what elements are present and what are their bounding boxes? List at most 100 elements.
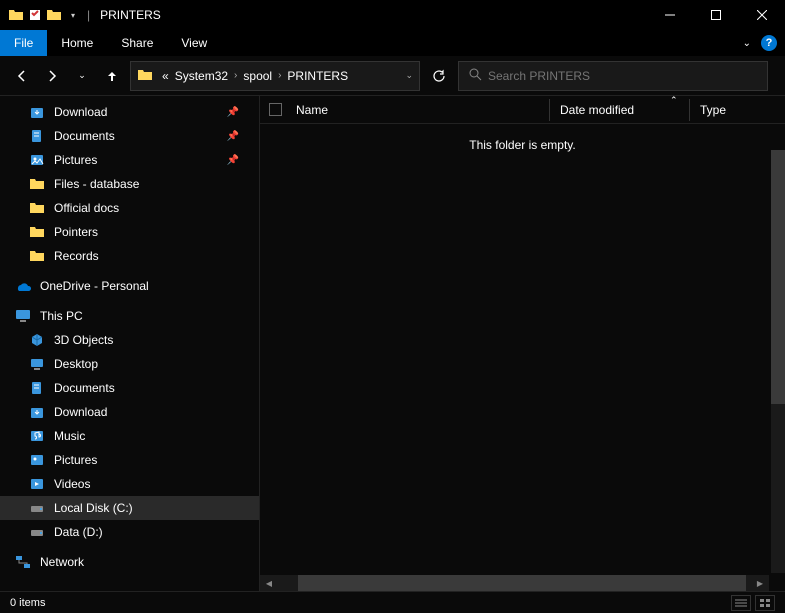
vertical-scrollbar-thumb[interactable] (771, 150, 785, 404)
sidebar-item-pc-documents[interactable]: Documents (0, 376, 259, 400)
folder-icon (28, 247, 46, 265)
pictures-icon (28, 151, 46, 169)
sidebar-item-thispc[interactable]: This PC (0, 304, 259, 328)
nav-row: ⌄ « System32 › spool › PRINTERS ⌄ (0, 56, 785, 96)
select-all-checkbox[interactable] (260, 103, 290, 116)
sidebar: Download 📌 Documents 📌 Pictures📌 Files - d… (0, 96, 260, 591)
sidebar-item-label: Files - database (54, 177, 139, 191)
disk-icon (28, 523, 46, 541)
sidebar-item-download[interactable]: Download 📌 (0, 100, 259, 124)
breadcrumb-printers[interactable]: PRINTERS (284, 69, 351, 83)
sidebar-item-label: Videos (54, 477, 90, 491)
minimize-button[interactable] (647, 0, 693, 30)
tab-home[interactable]: Home (47, 30, 107, 56)
chevron-right-icon[interactable]: › (231, 70, 240, 81)
vertical-scrollbar[interactable] (771, 150, 785, 573)
qat-newfolder-icon[interactable] (46, 7, 62, 23)
sidebar-item-pointers[interactable]: Pointers (0, 220, 259, 244)
addressbar-dropdown-icon[interactable]: ⌄ (405, 70, 413, 81)
sidebar-item-music[interactable]: Music (0, 424, 259, 448)
sidebar-item-pictures[interactable]: Pictures📌 (0, 148, 259, 172)
column-date[interactable]: Date modified (550, 99, 690, 121)
titlebar: ▾ | PRINTERS (0, 0, 785, 30)
pictures-icon (28, 451, 46, 469)
titlebar-separator: | (87, 8, 90, 22)
sidebar-item-label: Download (54, 105, 107, 119)
sidebar-item-label: Download (54, 405, 107, 419)
3d-icon (28, 331, 46, 349)
sidebar-item-label: Records (54, 249, 99, 263)
help-icon[interactable]: ? (761, 35, 777, 51)
window-title: PRINTERS (100, 8, 161, 22)
recent-dropdown[interactable]: ⌄ (70, 64, 94, 88)
statusbar: 0 items (0, 591, 785, 613)
content-pane: Name ⌃ Date modified Type This folder is… (260, 96, 785, 591)
scroll-left-button[interactable]: ◀ (260, 575, 278, 591)
view-details-button[interactable] (731, 595, 751, 611)
sidebar-item-label: Documents (54, 381, 115, 395)
back-button[interactable] (10, 64, 34, 88)
pin-icon: 📌 (227, 107, 239, 118)
refresh-button[interactable] (426, 61, 452, 91)
sidebar-item-records[interactable]: Records (0, 244, 259, 268)
sidebar-item-label: Pointers (54, 225, 98, 239)
qat-properties-icon[interactable] (27, 7, 43, 23)
tab-file[interactable]: File (0, 30, 47, 56)
sidebar-item-label: Documents (54, 129, 115, 143)
sidebar-item-data-d[interactable]: Data (D:) (0, 520, 259, 544)
maximize-button[interactable] (693, 0, 739, 30)
onedrive-icon (14, 277, 32, 295)
breadcrumb-prefix[interactable]: « (159, 69, 172, 83)
sidebar-item-pc-download[interactable]: Download (0, 400, 259, 424)
column-type[interactable]: Type (690, 99, 785, 121)
sidebar-item-label: Official docs (54, 201, 119, 215)
tab-share[interactable]: Share (107, 30, 167, 56)
sidebar-item-local-disk-c[interactable]: Local Disk (C:) (0, 496, 259, 520)
status-item-count: 0 items (10, 597, 45, 609)
folder-app-icon (8, 7, 24, 23)
sidebar-item-3dobjects[interactable]: 3D Objects (0, 328, 259, 352)
sidebar-item-network[interactable]: Network (0, 550, 259, 574)
column-headers: Name ⌃ Date modified Type (260, 96, 785, 124)
column-name[interactable]: Name (290, 99, 550, 121)
view-icons-button[interactable] (755, 595, 775, 611)
qat-dropdown-icon[interactable]: ▾ (65, 7, 81, 23)
chevron-right-icon[interactable]: › (275, 70, 284, 81)
thispc-icon (14, 307, 32, 325)
folder-icon (28, 199, 46, 217)
sidebar-item-desktop[interactable]: Desktop (0, 352, 259, 376)
sidebar-item-label: Local Disk (C:) (54, 501, 133, 515)
ribbon-collapse-icon[interactable]: ⌄ (743, 38, 751, 49)
sidebar-item-label: 3D Objects (54, 333, 113, 347)
breadcrumb-system32[interactable]: System32 (172, 69, 231, 83)
horizontal-scrollbar-thumb[interactable] (298, 575, 746, 591)
search-input[interactable] (488, 69, 757, 83)
empty-folder-message: This folder is empty. (260, 124, 785, 152)
forward-button[interactable] (40, 64, 64, 88)
breadcrumb-spool[interactable]: spool (240, 69, 275, 83)
sidebar-item-videos[interactable]: Videos (0, 472, 259, 496)
tab-view[interactable]: View (167, 30, 221, 56)
sidebar-item-label: Pictures (54, 153, 97, 167)
addressbar[interactable]: « System32 › spool › PRINTERS ⌄ (130, 61, 420, 91)
sidebar-item-files-database[interactable]: Files - database (0, 172, 259, 196)
close-button[interactable] (739, 0, 785, 30)
sidebar-item-pc-pictures[interactable]: Pictures (0, 448, 259, 472)
download-icon (28, 403, 46, 421)
sidebar-item-official-docs[interactable]: Official docs (0, 196, 259, 220)
music-icon (28, 427, 46, 445)
searchbox[interactable] (458, 61, 768, 91)
horizontal-scrollbar[interactable]: ◀ ▶ (260, 575, 769, 591)
scroll-right-button[interactable]: ▶ (751, 575, 769, 591)
sort-arrow-icon: ⌃ (670, 96, 678, 106)
sidebar-item-onedrive[interactable]: OneDrive - Personal (0, 274, 259, 298)
addressbar-folder-icon (137, 67, 155, 85)
sidebar-item-label: This PC (40, 309, 83, 323)
sidebar-item-label: Network (40, 555, 84, 569)
pin-icon: 📌 (227, 131, 239, 142)
desktop-icon (28, 355, 46, 373)
ribbon-tabs: File Home Share View ⌄ ? (0, 30, 785, 56)
sidebar-item-documents[interactable]: Documents 📌 (0, 124, 259, 148)
breadcrumb: « System32 › spool › PRINTERS (159, 69, 351, 83)
up-button[interactable] (100, 64, 124, 88)
